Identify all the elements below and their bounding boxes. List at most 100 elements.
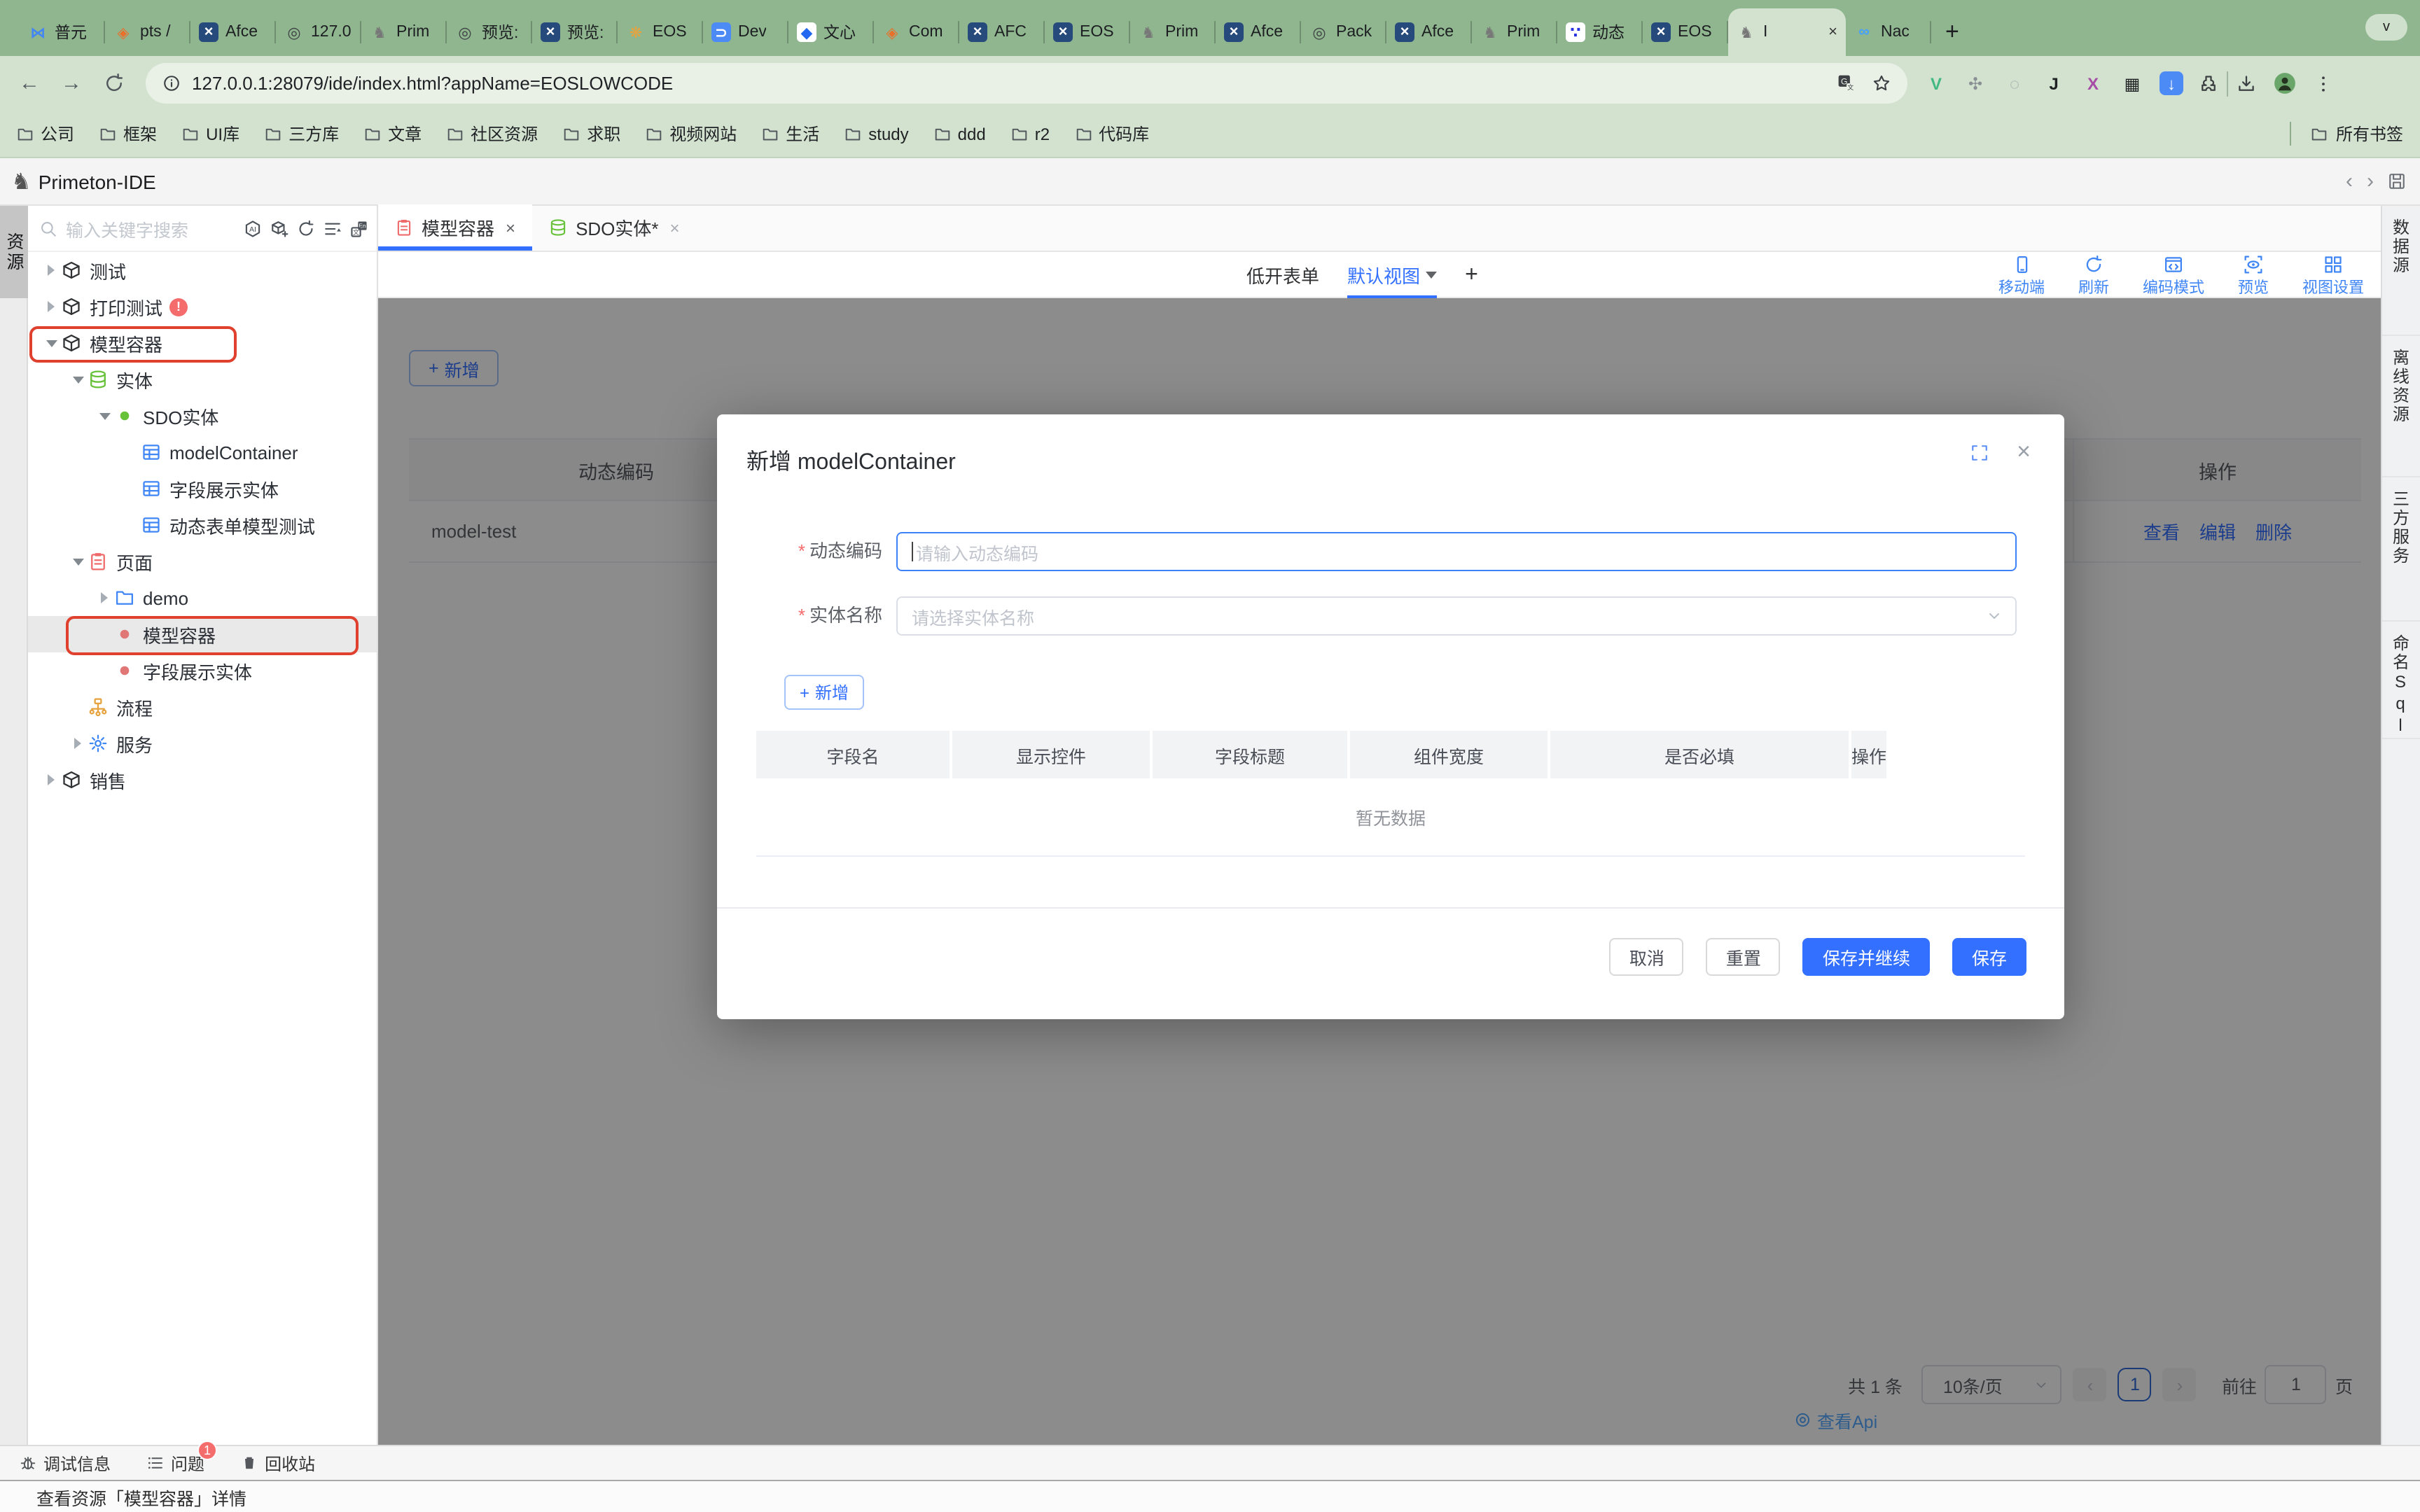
toolbar-action[interactable]: 刷新 (2078, 255, 2109, 298)
all-bookmarks-button[interactable]: 所有书签 (2290, 111, 2403, 157)
tab-low-code-form[interactable]: 低开表单 (1246, 252, 1319, 298)
refresh-tree-icon[interactable] (297, 219, 315, 237)
toolbar-action[interactable]: 预览 (2238, 255, 2269, 298)
bottom-bar-item[interactable]: 调试信息 (20, 1451, 111, 1475)
add-view-button[interactable]: + (1465, 262, 1478, 288)
caret-icon[interactable] (69, 543, 87, 580)
right-rail-tab[interactable]: 三方服务 (2382, 477, 2420, 622)
caret-icon[interactable] (95, 652, 113, 689)
extension-icon[interactable]: J (2042, 71, 2066, 95)
bookmark-folder[interactable]: 框架 (99, 122, 157, 146)
tree-item[interactable]: demo (28, 580, 377, 616)
entity-name-select[interactable]: 请选择实体名称 (896, 596, 2017, 636)
tab-close-icon[interactable]: × (670, 218, 680, 237)
caret-icon[interactable] (42, 762, 60, 798)
bookmark-folder[interactable]: 生活 (762, 122, 819, 146)
new-tab-button[interactable]: + (1931, 8, 1973, 56)
bottom-bar-item[interactable]: 问题 1 (147, 1451, 204, 1475)
search-input[interactable]: 输入关键字搜索 (66, 215, 244, 241)
close-icon[interactable]: × (2017, 438, 2031, 466)
save-layout-icon[interactable] (2388, 172, 2406, 190)
bookmark-folder[interactable]: 视频网站 (646, 122, 737, 146)
forward-button[interactable]: → (56, 68, 87, 99)
sort-list-icon[interactable] (324, 219, 342, 237)
extensions-puzzle-icon[interactable] (2199, 74, 2218, 93)
save-and-continue-button[interactable]: 保存并继续 (1803, 938, 1930, 976)
browser-tab[interactable]: × Afce (1216, 8, 1301, 56)
browser-tab[interactable]: ◈ pts / (105, 8, 190, 56)
caret-icon[interactable] (42, 288, 60, 325)
kebab-menu-icon[interactable] (2314, 74, 2333, 93)
tree-item[interactable]: 模型容器 (28, 616, 377, 652)
extension-icon[interactable]: ▦ (2120, 71, 2144, 95)
bookmark-folder[interactable]: 公司 (17, 122, 74, 146)
tree-item[interactable]: 销售 (28, 762, 377, 798)
caret-icon[interactable] (69, 689, 87, 725)
toolbar-action[interactable]: 编码模式 (2143, 255, 2204, 298)
dynamic-code-input[interactable]: 请输入动态编码 (896, 532, 2017, 571)
bookmark-folder[interactable]: 三方库 (265, 122, 339, 146)
tab-list-chevron-icon[interactable]: v (2365, 14, 2407, 41)
bookmark-folder[interactable]: UI库 (182, 122, 239, 146)
translate-lang-icon[interactable]: En文 (350, 219, 368, 237)
tree-item[interactable]: 模型容器 (28, 325, 377, 361)
caret-icon[interactable] (95, 398, 113, 434)
extension-icon[interactable]: ↓ (2160, 71, 2183, 95)
bookmark-folder[interactable]: 文章 (364, 122, 422, 146)
bookmark-folder[interactable]: ddd (934, 124, 986, 144)
browser-tab[interactable]: ♞ I × (1728, 8, 1846, 56)
browser-tab[interactable]: × Afce (190, 8, 276, 56)
tree-item[interactable]: 打印测试 ! (28, 288, 377, 325)
browser-tab[interactable]: × 预览: (532, 8, 618, 56)
left-rail-tab-resources[interactable]: 资源 (0, 206, 28, 298)
toolbar-action[interactable]: 移动端 (1998, 255, 2045, 298)
caret-icon[interactable] (42, 325, 60, 361)
tree-item[interactable]: modelContainer (28, 434, 377, 470)
bookmark-folder[interactable]: 求职 (563, 122, 620, 146)
browser-tab[interactable]: ∵ 动态 (1557, 8, 1643, 56)
cancel-button[interactable]: 取消 (1610, 938, 1684, 976)
editor-tab[interactable]: 模型容器 × (378, 204, 532, 251)
caret-icon[interactable] (42, 252, 60, 288)
reload-button[interactable] (98, 68, 129, 99)
caret-icon[interactable] (69, 361, 87, 398)
tree-item[interactable]: 页面 (28, 543, 377, 580)
browser-tab[interactable]: ◎ 预览: (447, 8, 532, 56)
address-bar[interactable]: 127.0.0.1:28079/ide/index.html?appName=E… (146, 63, 1907, 104)
bookmark-star-icon[interactable] (1872, 74, 1891, 92)
tree-item[interactable]: 流程 (28, 689, 377, 725)
browser-tab[interactable]: ◎ 127.0 (276, 8, 361, 56)
tree-item[interactable]: SDO实体 (28, 398, 377, 434)
downloads-icon[interactable] (2237, 74, 2256, 93)
extension-icon[interactable]: ✣ (1963, 71, 1987, 95)
browser-tab[interactable]: ◆ 文心 (788, 8, 874, 56)
site-info-icon[interactable] (162, 74, 181, 92)
browser-tab[interactable]: × Afce (1386, 8, 1472, 56)
bookmark-folder[interactable]: r2 (1011, 124, 1050, 144)
browser-tab[interactable]: ∞ Nac (1846, 8, 1931, 56)
save-button[interactable]: 保存 (1952, 938, 2026, 976)
caret-icon[interactable] (95, 580, 113, 616)
extension-icon[interactable]: V (1924, 71, 1948, 95)
tab-default-view[interactable]: 默认视图 (1347, 252, 1437, 298)
fullscreen-icon[interactable] (1970, 444, 1989, 462)
url-text[interactable]: 127.0.0.1:28079/ide/index.html?appName=E… (192, 73, 1837, 94)
caret-icon[interactable] (122, 470, 140, 507)
reset-button[interactable]: 重置 (1706, 938, 1781, 976)
translate-icon[interactable]: G文 (1837, 74, 1856, 92)
browser-tab[interactable]: ◈ Com (874, 8, 959, 56)
right-rail-tab[interactable]: 离线资源 (2382, 336, 2420, 477)
browser-tab[interactable]: ♞ Prim (1472, 8, 1557, 56)
right-rail-tab[interactable]: 数据源 (2382, 206, 2420, 336)
caret-icon[interactable] (122, 507, 140, 543)
bookmark-folder[interactable]: study (844, 124, 908, 144)
editor-tab[interactable]: SDO实体* × (532, 204, 697, 251)
browser-tab[interactable]: × AFC (959, 8, 1045, 56)
browser-tab[interactable]: ♞ Prim (1130, 8, 1216, 56)
browser-tab[interactable]: ⋈ 普元 (20, 8, 105, 56)
browser-tab[interactable]: × EOS (1643, 8, 1728, 56)
caret-icon[interactable] (122, 434, 140, 470)
profile-avatar[interactable] (2273, 71, 2297, 95)
browser-tab[interactable]: ♞ Prim (361, 8, 447, 56)
extension-icon[interactable]: X (2081, 71, 2105, 95)
